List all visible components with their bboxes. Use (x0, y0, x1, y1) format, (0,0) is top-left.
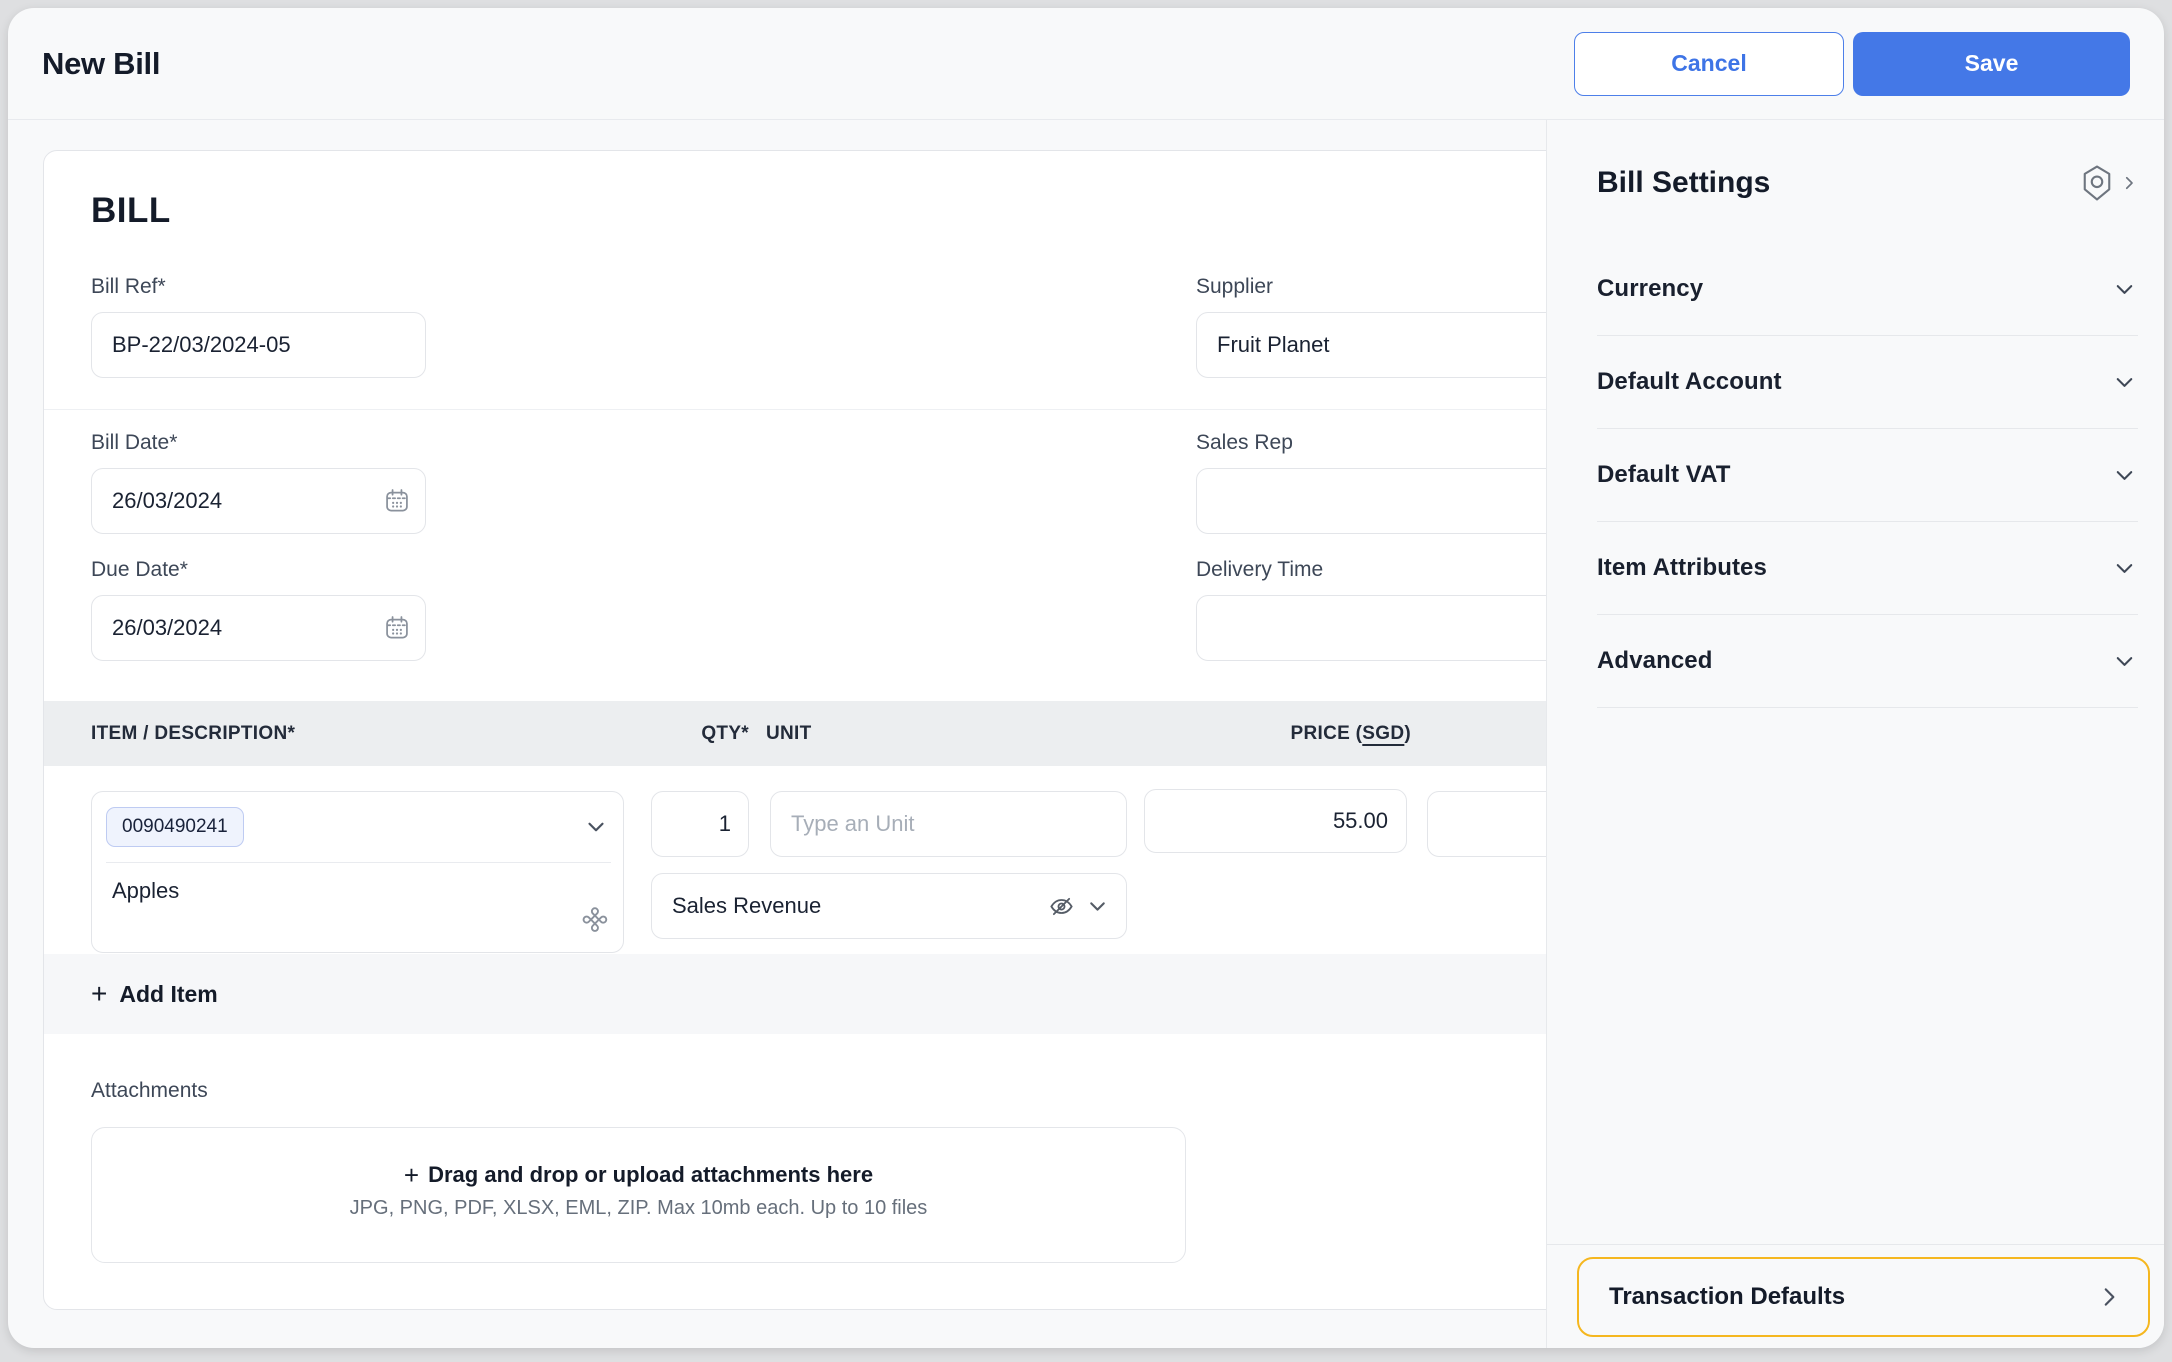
dropzone-hint: JPG, PNG, PDF, XLSX, EML, ZIP. Max 10mb … (349, 1197, 928, 1219)
due-date-input[interactable] (91, 595, 426, 661)
settings-section-advanced[interactable]: Advanced (1597, 615, 2138, 708)
price-header-prefix: PRICE ( (1290, 723, 1363, 744)
settings-section-default-vat[interactable]: Default VAT (1597, 429, 2138, 522)
transaction-defaults-label: Transaction Defaults (1609, 1283, 1846, 1310)
bill-ref-group: Bill Ref* (91, 275, 426, 378)
add-item-label: Add Item (119, 980, 218, 1007)
transaction-defaults-item[interactable]: Transaction Defaults (1577, 1257, 2150, 1337)
unit-input[interactable] (770, 791, 1127, 857)
topbar: New Bill Cancel Save (8, 8, 2164, 120)
price-currency[interactable]: SGD (1362, 723, 1404, 744)
chevron-down-icon (2116, 563, 2133, 573)
settings-section-item-attributes[interactable]: Item Attributes (1597, 522, 2138, 615)
bill-ref-label: Bill Ref* (91, 275, 166, 298)
add-item-button[interactable]: + Add Item (91, 980, 218, 1008)
price-header-suffix: ) (1404, 723, 1411, 744)
account-select[interactable]: Sales Revenue (651, 873, 1127, 939)
dropzone-title-text: Drag and drop or upload attachments here (428, 1162, 874, 1187)
item-code-chip[interactable]: 0090490241 (106, 807, 244, 847)
bill-settings-sections: Currency Default Account Default VAT Ite… (1597, 243, 2138, 708)
chevron-down-icon (2116, 656, 2133, 666)
attachments-dropzone[interactable]: + Drag and drop or upload attachments he… (91, 1127, 1186, 1263)
item-description-cell[interactable]: 0090490241 Apples ⌘ (91, 791, 624, 953)
bill-heading: BILL (91, 191, 171, 230)
column-header-item: ITEM / DESCRIPTION* (91, 723, 296, 744)
topbar-actions: Cancel Save (1574, 31, 2130, 96)
bill-date-input[interactable] (91, 468, 426, 534)
calendar-icon[interactable] (383, 614, 411, 642)
section-label: Currency (1597, 275, 1704, 302)
gear-icon (2083, 165, 2111, 201)
item-description-text[interactable]: Apples (112, 878, 179, 904)
chevron-right-icon (2125, 176, 2133, 190)
bill-settings-panel: Bill Settings Currency Default Account D… (1546, 120, 2164, 1348)
page-title: New Bill (42, 45, 161, 81)
bill-date-label: Bill Date* (91, 431, 178, 454)
save-button[interactable]: Save (1853, 31, 2130, 96)
dropzone-title: + Drag and drop or upload attachments he… (92, 1162, 1185, 1188)
chevron-down-icon (2116, 284, 2133, 294)
sidebar-footer-divider (1547, 1244, 2164, 1245)
calendar-icon[interactable] (383, 487, 411, 515)
section-label: Default Account (1597, 368, 1782, 395)
settings-section-currency[interactable]: Currency (1597, 243, 2138, 336)
app-window: New Bill Cancel Save BILL Bill Ref* Supp… (8, 8, 2164, 1348)
column-header-qty: QTY* (701, 723, 749, 744)
section-label: Advanced (1597, 647, 1713, 674)
item-cell-divider (106, 862, 611, 863)
chevron-right-icon (2104, 1288, 2115, 1306)
eye-off-icon[interactable] (1048, 893, 1075, 920)
settings-section-default-account[interactable]: Default Account (1597, 336, 2138, 429)
column-header-price: PRICE (SGD) (1111, 701, 1411, 766)
plus-icon: + (91, 978, 108, 1009)
due-date-group: Due Date* (91, 558, 426, 661)
chevron-down-icon (2116, 470, 2133, 480)
section-label: Default VAT (1597, 461, 1731, 488)
chevron-down-icon[interactable] (1085, 894, 1110, 919)
bill-settings-header: Bill Settings (1597, 160, 2138, 206)
settings-gear-button[interactable] (2076, 160, 2138, 206)
chevron-down-icon[interactable] (583, 814, 609, 840)
section-label: Item Attributes (1597, 554, 1767, 581)
cancel-button[interactable]: Cancel (1574, 31, 1844, 96)
bill-settings-title: Bill Settings (1597, 166, 1771, 199)
account-select-value: Sales Revenue (672, 893, 822, 918)
due-date-label: Due Date* (91, 558, 188, 581)
price-input[interactable] (1144, 789, 1407, 853)
bill-date-group: Bill Date* (91, 431, 426, 534)
chevron-down-icon (2116, 377, 2133, 387)
attachments-label: Attachments (91, 1079, 208, 1102)
plus-icon: + (403, 1160, 420, 1190)
bill-ref-input[interactable] (91, 312, 426, 378)
qty-input[interactable] (651, 791, 749, 857)
column-header-unit: UNIT (766, 723, 812, 744)
account-select-icons (1048, 893, 1110, 920)
ai-assist-icon[interactable]: ⌘ (574, 900, 615, 940)
